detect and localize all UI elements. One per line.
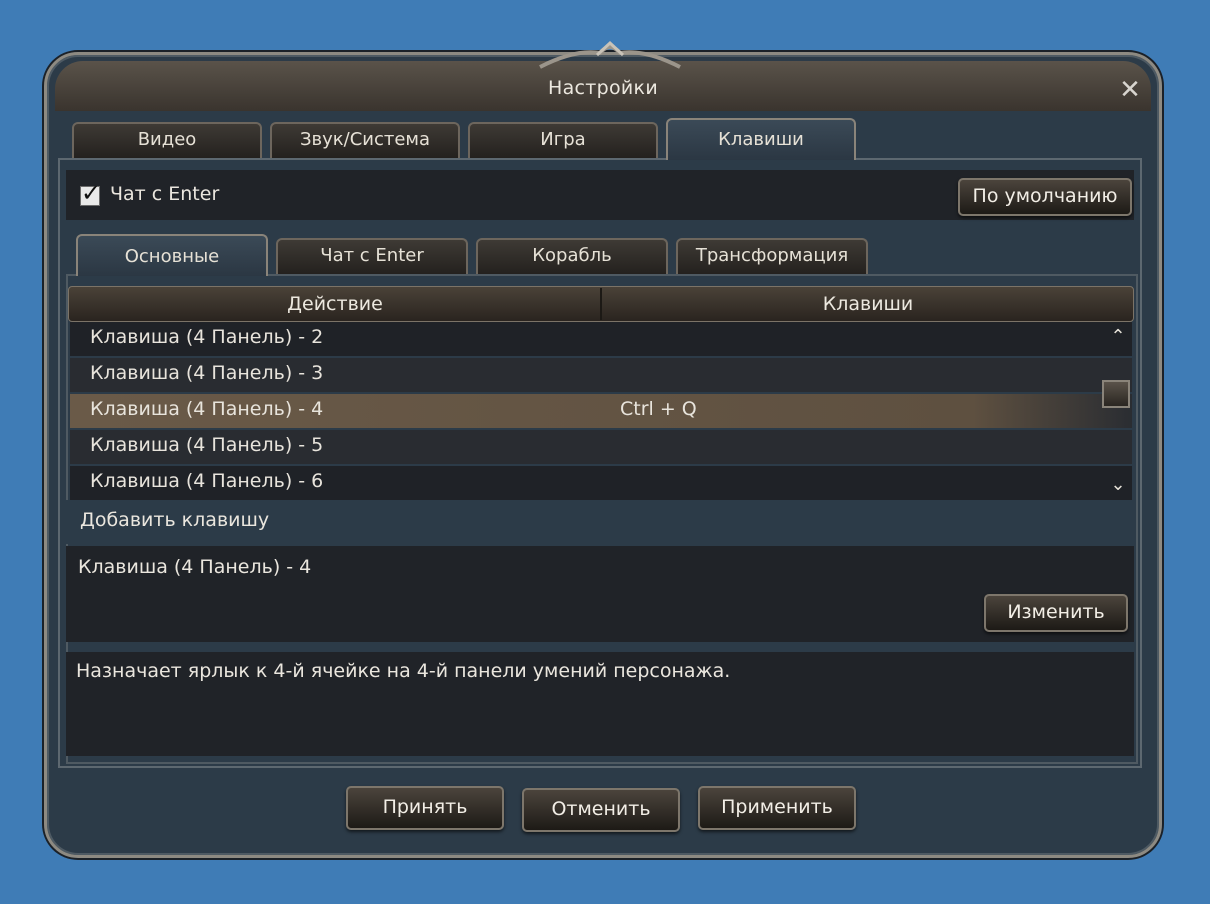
- checkmark-icon: ✓: [81, 179, 102, 207]
- subtab-transformation-label: Трансформация: [695, 245, 849, 266]
- row-keys: Ctrl + Q: [620, 398, 697, 420]
- cancel-button[interactable]: Отменить: [522, 788, 680, 832]
- column-divider: [600, 288, 602, 320]
- tab-game[interactable]: Игра: [468, 122, 658, 158]
- tab-keys[interactable]: Клавиши: [666, 118, 856, 160]
- change-button[interactable]: Изменить: [984, 594, 1128, 632]
- table-row-selected[interactable]: Клавиша (4 Панель) - 4 Ctrl + Q: [70, 394, 1132, 428]
- table-row[interactable]: Клавиша (4 Панель) - 3: [70, 358, 1132, 392]
- tab-video-label: Видео: [137, 129, 197, 150]
- tab-video[interactable]: Видео: [72, 122, 262, 158]
- row-action: Клавиша (4 Панель) - 3: [90, 362, 324, 384]
- row-action: Клавиша (4 Панель) - 6: [90, 470, 324, 492]
- default-button[interactable]: По умолчанию: [958, 178, 1132, 216]
- apply-button[interactable]: Применить: [698, 786, 856, 830]
- subtab-chat-enter-label: Чат с Enter: [320, 245, 424, 266]
- tab-keys-label: Клавиши: [718, 129, 804, 150]
- subtab-main-label: Основные: [124, 246, 220, 267]
- title-bar[interactable]: Настройки ✕: [55, 40, 1151, 111]
- scrollbar-thumb[interactable]: [1102, 380, 1130, 408]
- window-title: Настройки: [547, 77, 658, 99]
- column-header-keys[interactable]: Клавиши: [601, 287, 1135, 323]
- row-action: Клавиша (4 Панель) - 4: [90, 398, 324, 420]
- subtab-chat-enter[interactable]: Чат с Enter: [276, 238, 468, 274]
- add-key-label: Добавить клавишу: [80, 509, 270, 531]
- tab-sound-system-label: Звук/Система: [299, 129, 431, 150]
- accept-button[interactable]: Принять: [346, 786, 504, 830]
- chat-enter-checkbox[interactable]: ✓: [80, 179, 101, 207]
- subtab-ship[interactable]: Корабль: [476, 238, 668, 274]
- column-header-action[interactable]: Действие: [69, 287, 601, 323]
- chat-enter-label: Чат с Enter: [110, 183, 220, 205]
- tab-game-label: Игра: [540, 129, 586, 150]
- subtab-ship-label: Корабль: [532, 245, 612, 266]
- close-icon[interactable]: ✕: [1117, 77, 1143, 103]
- table-row[interactable]: Клавиша (4 Панель) - 5: [70, 430, 1132, 464]
- subtab-transformation[interactable]: Трансформация: [676, 238, 868, 274]
- table-row[interactable]: Клавиша (4 Панель) - 6: [70, 466, 1132, 500]
- tab-sound-system[interactable]: Звук/Система: [270, 122, 460, 158]
- subtab-main[interactable]: Основные: [76, 234, 268, 276]
- row-action: Клавиша (4 Панель) - 2: [90, 326, 324, 348]
- description-text: Назначает ярлык к 4-й ячейке на 4-й пане…: [76, 660, 731, 682]
- table-row[interactable]: Клавиша (4 Панель) - 2: [70, 322, 1132, 356]
- selected-action-label: Клавиша (4 Панель) - 4: [78, 556, 312, 578]
- title-crest-ornament: [539, 40, 681, 69]
- row-action: Клавиша (4 Панель) - 5: [90, 434, 324, 456]
- scroll-up-icon[interactable]: ⌃: [1108, 326, 1128, 347]
- scroll-down-icon[interactable]: ⌄: [1108, 474, 1128, 495]
